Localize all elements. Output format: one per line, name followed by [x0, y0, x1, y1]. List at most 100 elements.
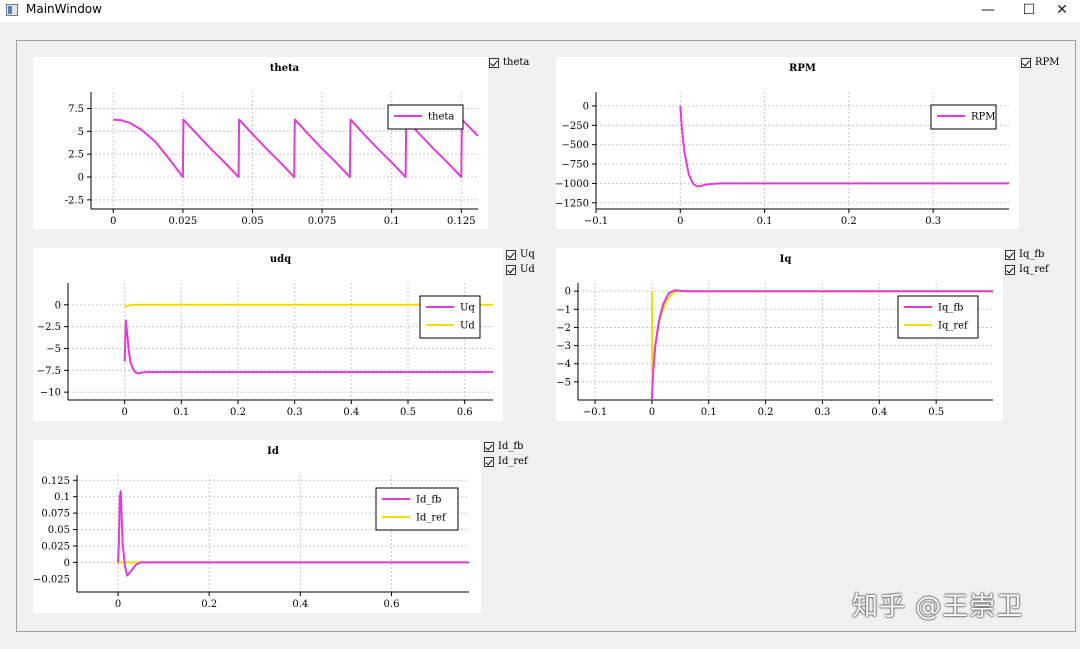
x-tick-label: 0.1: [757, 216, 773, 227]
check-icon: [484, 441, 494, 452]
x-tick-label: 0.05: [241, 216, 263, 227]
check-icon: [506, 264, 516, 275]
x-tick-label: 0: [110, 216, 116, 227]
x-tick-label: −0.1: [584, 216, 608, 227]
y-tick-label: -2.5: [65, 195, 84, 206]
x-tick-label: 0.3: [925, 216, 941, 227]
y-tick-label: 0: [55, 300, 61, 311]
rpm-chart: RPM −0.1 0 0.1 0.2 0.3 −1250 −1000 −750 −500 −250 0…: [555, 63, 1009, 227]
y-tick-label: 0.075: [41, 509, 70, 520]
y-tick-label: −500: [562, 140, 589, 151]
y-tick-label: −250: [562, 121, 589, 132]
x-tick-label: 0: [677, 216, 683, 227]
y-tick-label: 2.5: [68, 150, 84, 161]
title-bar: MainWindow — ☐ ✕: [0, 0, 1080, 22]
rpm-plot[interactable]: RPM −0.1 0 0.1 0.2 0.3 −1250 −1000 −750 −500 −250 0…: [555, 57, 1019, 229]
minimize-button[interactable]: —: [970, 0, 1006, 22]
legend-label: Iq_fb: [938, 303, 963, 314]
x-tick-label: 0.4: [292, 599, 308, 610]
checkbox-theta[interactable]: theta: [489, 57, 529, 68]
x-tick-label: 0.125: [447, 216, 476, 227]
y-tick-label: −1000: [555, 179, 589, 190]
y-tick-label: −750: [562, 160, 589, 171]
id-plot[interactable]: Id 0 0.2 0.4 0.6 0 0.025 0.05 0.075 0.1 0.125 −0.02…: [33, 440, 481, 613]
check-icon: [1005, 264, 1015, 275]
x-tick-label: −0.1: [583, 407, 607, 418]
checkbox-iq-fb[interactable]: Iq_fb: [1005, 249, 1044, 260]
y-tick-label: 0.05: [48, 525, 70, 536]
checkbox-ud[interactable]: Ud: [506, 264, 535, 275]
check-icon: [484, 456, 494, 467]
y-tick-label: 0.025: [41, 541, 70, 552]
legend-label: Ud: [460, 321, 475, 332]
checkbox-label: Ud: [520, 264, 535, 275]
x-tick-label: 0.2: [230, 407, 246, 418]
legend-label: RPM: [971, 112, 996, 123]
check-icon: [1021, 57, 1031, 68]
x-tick-label: 0.4: [343, 407, 359, 418]
checkbox-uq[interactable]: Uq: [506, 249, 535, 260]
x-tick-label: 0.1: [701, 407, 717, 418]
y-tick-label: 7.5: [68, 104, 84, 115]
checkbox-label: Uq: [520, 249, 535, 260]
y-tick-label: 0: [565, 287, 571, 298]
legend-label: Id_fb: [416, 495, 441, 506]
x-tick-label: 0.1: [384, 216, 400, 227]
y-tick-label: −2: [556, 323, 571, 334]
y-tick-label: 5: [78, 127, 84, 138]
y-tick-label: 0: [583, 101, 589, 112]
iq-plot[interactable]: Iq −0.1 0 0.1 0.2 0.3 0.4 0.5 −5 −4 −3 −2 −1 0 Iq_fb Iq…: [556, 248, 1003, 421]
x-tick-label: 0: [121, 407, 127, 418]
x-tick-label: 0.3: [287, 407, 303, 418]
y-tick-label: 0.125: [41, 476, 70, 487]
window-title: MainWindow: [26, 2, 102, 16]
chart-title: udq: [270, 254, 291, 265]
y-tick-label: −5: [556, 377, 571, 388]
chart-title: theta: [270, 63, 300, 74]
y-tick-label: 0: [78, 173, 84, 184]
iq-chart: Iq −0.1 0 0.1 0.2 0.3 0.4 0.5 −5 −4 −3 −2 −1 0 Iq_fb Iq…: [556, 254, 993, 418]
checkbox-id-fb[interactable]: Id_fb: [484, 441, 523, 452]
udq-plot[interactable]: udq 0 0.1 0.2 0.3 0.4 0.5 0.6 −10 −7.5 −5 −2.5 0 Uq Ud: [33, 248, 503, 421]
x-tick-label: 0: [115, 599, 121, 610]
legend-label: Id_ref: [416, 513, 447, 524]
checkbox-label: Id_ref: [498, 456, 528, 467]
maximize-button[interactable]: ☐: [1011, 0, 1047, 22]
x-tick-label: 0.6: [457, 407, 473, 418]
theta-plot[interactable]: theta 0 0.025 0.05 0.075 0.1 0.125 -2.5 0 2.5 5 7.5…: [33, 57, 488, 229]
x-tick-label: 0.075: [308, 216, 337, 227]
id-chart: Id 0 0.2 0.4 0.6 0 0.025 0.05 0.075 0.1 0.125 −0.02…: [33, 446, 469, 610]
y-tick-label: −7.5: [37, 366, 61, 377]
checkbox-rpm[interactable]: RPM: [1021, 57, 1060, 68]
checkbox-label: Iq_fb: [1019, 249, 1045, 260]
chart-title: Iq: [780, 254, 792, 265]
x-tick-label: 0.6: [384, 599, 400, 610]
y-tick-label: −10: [40, 388, 61, 399]
theta-chart: theta 0 0.025 0.05 0.075 0.1 0.125 -2.5 0 2.5 5 7.5…: [65, 63, 478, 227]
x-tick-label: 0.1: [173, 407, 189, 418]
app-icon: [6, 4, 18, 16]
x-tick-label: 0.5: [928, 407, 944, 418]
y-tick-label: 0.1: [54, 492, 70, 503]
close-button[interactable]: ✕: [1044, 0, 1080, 22]
y-tick-label: −4: [556, 359, 571, 370]
checkbox-id-ref[interactable]: Id_ref: [484, 456, 528, 467]
legend-label: Uq: [460, 303, 475, 314]
check-icon: [489, 57, 499, 68]
y-tick-label: −0.025: [33, 574, 70, 585]
checkbox-label: Iq_ref: [1019, 264, 1049, 275]
legend-label: Iq_ref: [938, 321, 969, 332]
check-icon: [506, 249, 516, 260]
checkbox-label: RPM: [1035, 57, 1060, 68]
x-tick-label: 0.2: [201, 599, 217, 610]
checkbox-label: theta: [503, 57, 530, 68]
checkbox-label: Id_fb: [498, 441, 524, 452]
chart-title: Id: [267, 446, 279, 457]
checkbox-iq-ref[interactable]: Iq_ref: [1005, 264, 1049, 275]
y-tick-label: −3: [556, 341, 571, 352]
chart-title: RPM: [789, 63, 816, 74]
legend-label: theta: [428, 112, 454, 123]
x-tick-label: 0.025: [169, 216, 198, 227]
x-tick-label: 0.2: [758, 407, 774, 418]
x-tick-label: 0.5: [400, 407, 416, 418]
